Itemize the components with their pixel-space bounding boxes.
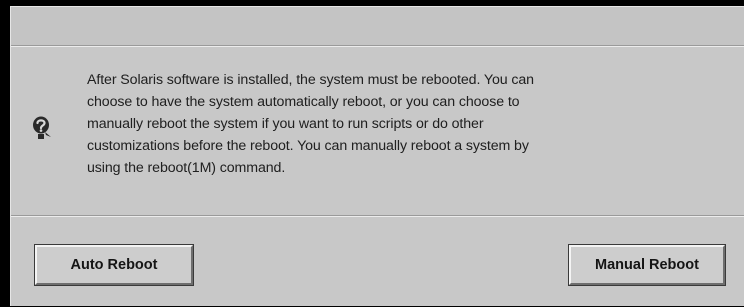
reboot-dialog: After Solaris software is installed, the… — [10, 6, 744, 306]
question-icon — [31, 115, 53, 141]
auto-reboot-button[interactable]: Auto Reboot — [34, 244, 194, 286]
dialog-message: After Solaris software is installed, the… — [87, 72, 534, 176]
button-bar-divider — [11, 215, 744, 217]
dialog-header-strip — [11, 7, 744, 45]
button-bar: Auto Reboot Manual Reboot — [11, 219, 744, 307]
manual-reboot-button[interactable]: Manual Reboot — [568, 244, 726, 286]
